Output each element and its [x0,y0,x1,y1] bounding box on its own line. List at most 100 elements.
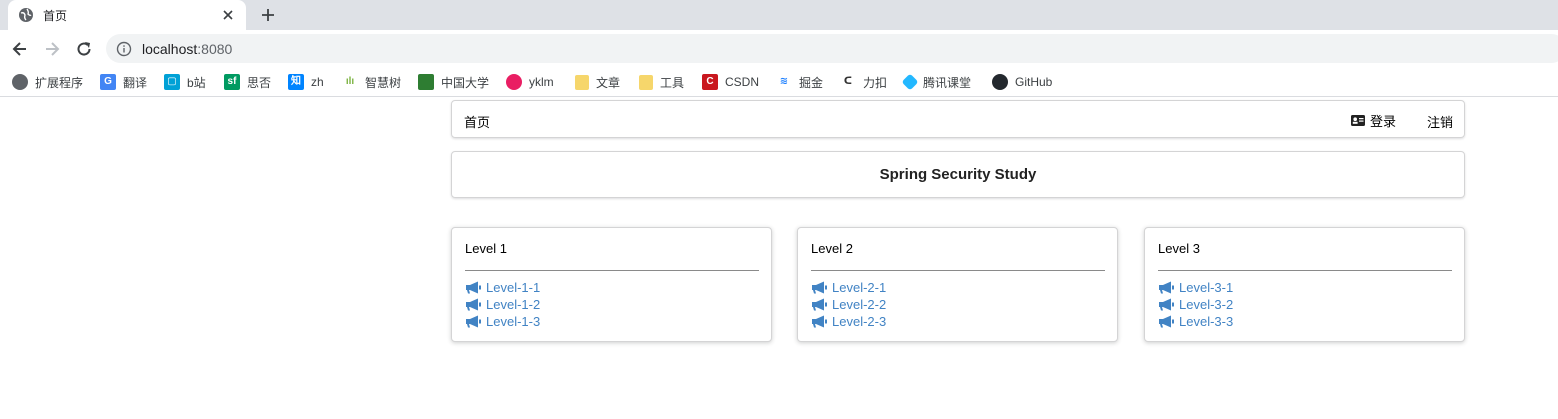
globe-icon [19,8,33,22]
level-link-label: Level-3-1 [1179,280,1234,295]
info-icon[interactable] [116,41,132,57]
card-title: Level 1 [465,241,507,256]
juejin-icon: ≋ [779,76,789,87]
leetcode-icon: ᑕ [843,76,853,87]
bullhorn-icon [1159,281,1174,294]
card-divider [1158,270,1452,271]
address-bar[interactable]: localhost:8080 [106,34,1558,63]
bookmarks-bar: 扩展程序 G 翻译 ▢ b站 sf 思否 知 zh ılı 智慧树 中国大学 y… [0,67,1558,97]
card-link-list: Level-3-1 Level-3-2 Level-3-3 [1158,279,1233,330]
github-icon [992,74,1008,90]
level-link[interactable]: Level-1-3 [465,313,540,330]
level-link-label: Level-1-2 [486,297,541,312]
level-link-label: Level-2-2 [832,297,887,312]
level-card-1: Level 1 Level-1-1 Level-1-2 Level-1-3 [451,227,772,342]
level-link[interactable]: Level-3-3 [1158,313,1233,330]
card-link-list: Level-2-1 Level-2-2 Level-2-3 [811,279,886,330]
page-content: 首页 登录 注销 Spring Security Study Level 1 L… [0,98,1558,419]
level-link-label: Level-2-1 [832,280,887,295]
level-card-3: Level 3 Level-3-1 Level-3-2 Level-3-3 [1144,227,1465,342]
logout-link[interactable]: 注销 [1427,112,1453,131]
card-title: Level 2 [811,241,853,256]
bullhorn-icon [466,281,481,294]
globe-icon [12,74,28,90]
close-icon[interactable] [220,7,236,23]
level-link[interactable]: Level-2-3 [811,313,886,330]
url-host: localhost [142,40,198,57]
bookmark-folder-tools[interactable]: 工具 [639,73,684,91]
bullhorn-icon [812,281,827,294]
tencent-classroom-icon [901,73,919,91]
url-port: :8080 [197,40,233,57]
yklm-icon [506,74,522,90]
level-link-label: Level-2-3 [832,314,887,329]
bookmark-segmentfault[interactable]: sf 思否 [224,73,271,91]
id-card-icon [1351,115,1365,126]
bookmark-juejin[interactable]: ≋ 掘金 [776,73,823,91]
level-link-label: Level-3-3 [1179,314,1234,329]
bookmark-label: GitHub [1015,75,1053,89]
forward-arrow-icon[interactable] [42,39,62,59]
top-menu: 首页 登录 注销 [451,100,1465,138]
login-label: 登录 [1370,114,1397,129]
bullhorn-icon [466,298,481,311]
bookmark-label: 思否 [247,75,272,90]
bookmark-zhihuishu[interactable]: ılı 智慧树 [342,73,401,91]
bookmark-label: 掘金 [799,75,824,90]
bookmark-label: yklm [529,75,554,89]
card-link-list: Level-1-1 Level-1-2 Level-1-3 [465,279,540,330]
bookmark-tencent-classroom[interactable]: 腾讯课堂 [901,73,972,91]
level-link[interactable]: Level-3-2 [1158,296,1233,313]
bookmark-label: 力扣 [863,75,888,90]
bookmark-translate[interactable]: G 翻译 [100,73,147,91]
bookmark-yklm[interactable]: yklm [506,73,554,91]
bookmark-folder-articles[interactable]: 文章 [575,73,620,91]
folder-icon [639,74,653,90]
home-link[interactable]: 首页 [464,112,490,131]
bookmark-bilibili[interactable]: ▢ b站 [164,73,206,91]
level-link[interactable]: Level-1-2 [465,296,540,313]
level-link-label: Level-1-1 [486,280,541,295]
level-link[interactable]: Level-3-1 [1158,279,1233,296]
login-link[interactable]: 登录 [1351,111,1396,130]
reload-icon[interactable] [74,39,94,59]
bookmark-label: 文章 [596,75,621,90]
level-link[interactable]: Level-2-2 [811,296,886,313]
bookmark-zhihu[interactable]: 知 zh [288,73,324,91]
level-link-label: Level-3-2 [1179,297,1234,312]
level-link[interactable]: Level-1-1 [465,279,540,296]
level-card-2: Level 2 Level-2-1 Level-2-2 Level-2-3 [797,227,1118,342]
bookmark-label: 工具 [660,75,685,90]
bullhorn-icon [812,315,827,328]
folder-icon [575,74,589,90]
bookmark-icourse[interactable]: 中国大学 [418,73,489,91]
icourse-icon [418,74,434,90]
bookmark-csdn[interactable]: C CSDN [702,73,759,91]
new-tab-icon[interactable] [258,5,278,25]
bookmark-leetcode[interactable]: ᑕ 力扣 [840,73,887,91]
google-translate-icon: G [100,74,116,90]
back-arrow-icon[interactable] [10,39,30,59]
card-divider [811,270,1105,271]
bilibili-icon: ▢ [164,74,180,90]
bookmark-label: 翻译 [123,75,148,90]
level-link[interactable]: Level-2-1 [811,279,886,296]
bullhorn-icon [466,315,481,328]
csdn-icon: C [702,74,718,90]
bookmark-label: 腾讯课堂 [923,75,972,90]
card-title: Level 3 [1158,241,1200,256]
bullhorn-icon [1159,315,1174,328]
bullhorn-icon [1159,298,1174,311]
tab-title: 首页 [43,8,68,23]
tab-strip: 首页 [0,0,1558,30]
bullhorn-icon [812,298,827,311]
browser-toolbar: localhost:8080 [0,30,1558,67]
title-segment: Spring Security Study [451,151,1465,198]
browser-tab[interactable]: 首页 [8,0,246,30]
bookmark-github[interactable]: GitHub [992,73,1052,91]
bookmark-label: b站 [187,75,206,90]
bookmark-label: 智慧树 [365,75,402,90]
level-link-label: Level-1-3 [486,314,541,329]
bookmark-label: CSDN [725,75,760,89]
bookmark-extensions[interactable]: 扩展程序 [12,73,83,91]
